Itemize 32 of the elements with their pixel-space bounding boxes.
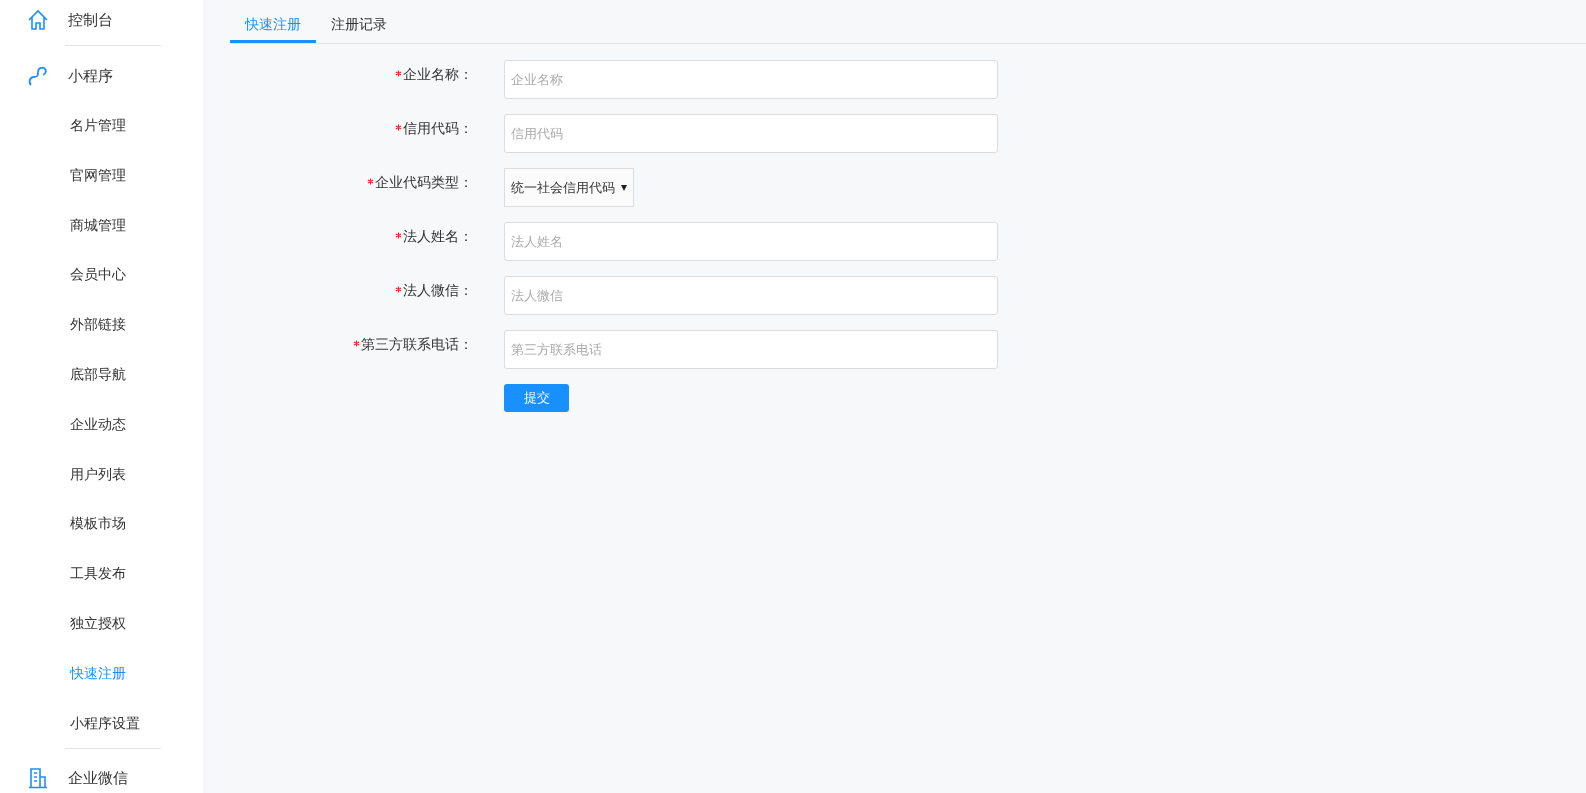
tab[interactable]: 注册记录 bbox=[316, 0, 402, 43]
input-field[interactable]: 第三方联系电话 bbox=[504, 330, 998, 369]
sidebar-item[interactable]: 企业动态 bbox=[0, 399, 203, 450]
sidebar-item[interactable]: 官网管理 bbox=[0, 150, 203, 201]
curve-icon bbox=[27, 65, 49, 87]
home-icon bbox=[27, 9, 49, 31]
sidebar-item[interactable]: 用户列表 bbox=[0, 449, 203, 500]
field-label: 法人微信： bbox=[403, 282, 473, 300]
input-field[interactable]: 法人姓名 bbox=[504, 222, 998, 261]
sidebar-item[interactable]: 名片管理 bbox=[0, 101, 203, 151]
sidebar-item[interactable]: 模板市场 bbox=[0, 499, 203, 550]
sidebar-item[interactable]: 商城管理 bbox=[0, 200, 203, 251]
caret-icon bbox=[621, 184, 627, 191]
sidebar-item[interactable]: 工具发布 bbox=[0, 549, 203, 599]
section-label: 小程序 bbox=[68, 66, 113, 86]
field-label: 企业名称： bbox=[403, 66, 473, 84]
section-label: 控制台 bbox=[68, 10, 113, 30]
input-field[interactable]: 法人微信 bbox=[504, 276, 998, 315]
field-label: 法人姓名： bbox=[403, 228, 473, 246]
field-label: 企业代码类型： bbox=[375, 174, 473, 192]
input-field[interactable]: 信用代码 bbox=[504, 114, 998, 153]
building-icon bbox=[27, 767, 49, 790]
field-label: 第三方联系电话： bbox=[361, 336, 473, 354]
field-label: 信用代码： bbox=[403, 120, 473, 138]
input-field[interactable]: 企业名称 bbox=[504, 60, 998, 99]
section-label: 企业微信 bbox=[68, 768, 128, 788]
sidebar-item[interactable]: 底部导航 bbox=[0, 350, 203, 400]
sidebar-item[interactable]: 独立授权 bbox=[0, 598, 203, 649]
sidebar-item[interactable]: 会员中心 bbox=[0, 250, 203, 301]
sidebar-item[interactable]: 外部链接 bbox=[0, 300, 203, 350]
sidebar-item[interactable]: 小程序设置 bbox=[0, 698, 203, 749]
select-dropdown[interactable]: 统一社会信用代码 bbox=[504, 168, 634, 207]
